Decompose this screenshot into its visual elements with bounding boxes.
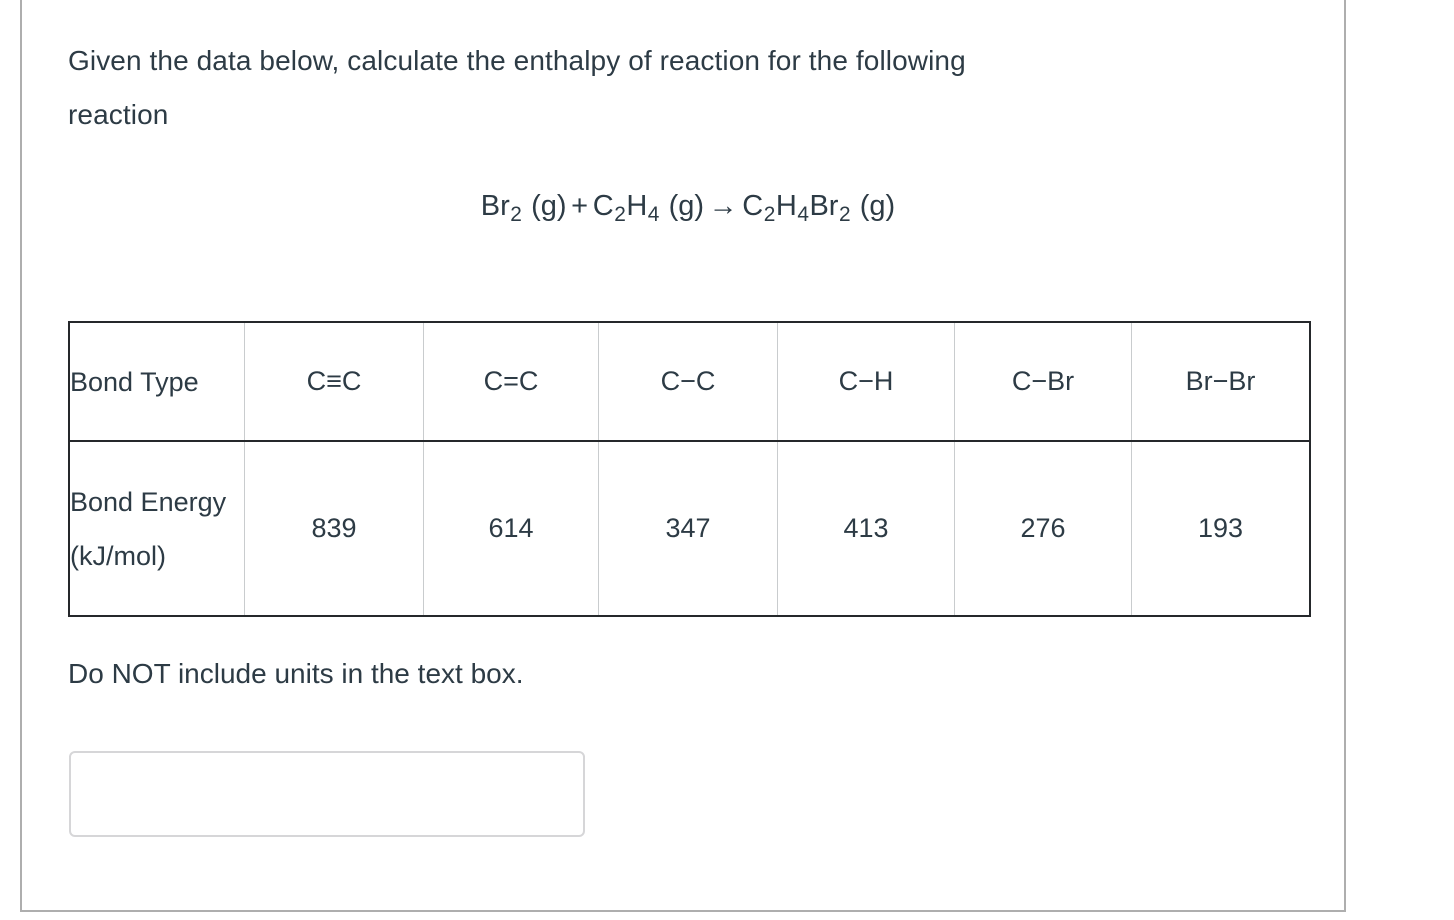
table-row-bond-energy: Bond Energy (kJ/mol) 839 614 347 413 276… <box>68 440 1311 617</box>
bond-type-cell: C−Br <box>954 321 1132 442</box>
question-body: Given the data below, calculate the enth… <box>68 34 1311 838</box>
reactant-2-symbol-b: H <box>626 190 648 222</box>
reactant-2-subscript-a: 2 <box>614 203 626 227</box>
chemical-equation-expression: Br2 (g) + C2H4 (g) → C2H4Br2 (g) <box>481 188 895 233</box>
bond-energy-cell: 193 <box>1131 440 1311 617</box>
bond-type-cell: Br−Br <box>1131 321 1311 442</box>
product-state: (g) <box>859 190 896 222</box>
quiz-question-container: Given the data below, calculate the enth… <box>20 0 1346 912</box>
product-symbol-c: Br <box>809 190 839 222</box>
table-row-bond-type: Bond Type C≡C C=C C−C C−H C−Br Br−Br <box>68 321 1311 442</box>
bond-energy-cell: 276 <box>954 440 1132 617</box>
product-subscript-b: 4 <box>797 203 809 227</box>
product-subscript-a: 2 <box>763 203 776 227</box>
product-symbol-a: C <box>742 190 764 222</box>
chemical-equation: Br2 (g) + C2H4 (g) → C2H4Br2 (g) <box>68 188 1308 233</box>
reactant-2-subscript-b: 4 <box>647 203 660 227</box>
reactant-1-subscript: 2 <box>510 203 522 227</box>
bond-type-cell: C−H <box>777 321 955 442</box>
bond-type-cell: C=C <box>423 321 599 442</box>
reaction-arrow-icon: → <box>708 190 738 222</box>
equation-plus: + <box>571 190 589 222</box>
bond-energy-cell: 839 <box>244 440 424 617</box>
question-prompt-line-1: Given the data below, calculate the enth… <box>68 45 966 76</box>
product-subscript-c: 2 <box>838 203 851 227</box>
product-symbol-b: H <box>775 190 797 222</box>
question-prompt: Given the data below, calculate the enth… <box>68 34 1308 142</box>
reactant-1-state: (g) <box>531 190 567 222</box>
units-note: Do NOT include units in the text box. <box>68 658 524 690</box>
reactant-1-symbol: Br <box>480 190 510 222</box>
bond-energy-cell: 347 <box>598 440 778 617</box>
bond-type-cell: C−C <box>598 321 778 442</box>
reactant-2-symbol-a: C <box>592 190 614 222</box>
row-header-bond-type: Bond Type <box>68 321 245 442</box>
row-header-bond-energy: Bond Energy (kJ/mol) <box>68 440 245 617</box>
reactant-2-state: (g) <box>668 190 705 222</box>
bond-type-cell: C≡C <box>244 321 424 442</box>
answer-input[interactable] <box>69 751 585 838</box>
bond-energy-table: Bond Type C≡C C=C C−C C−H C−Br Br−Br Bon… <box>68 321 1311 618</box>
question-prompt-line-2: reaction <box>68 99 169 130</box>
bond-energy-cell: 614 <box>423 440 599 617</box>
bond-energy-cell: 413 <box>777 440 955 617</box>
bond-energy-table-wrapper: Bond Type C≡C C=C C−C C−H C−Br Br−Br Bon… <box>68 321 1311 618</box>
